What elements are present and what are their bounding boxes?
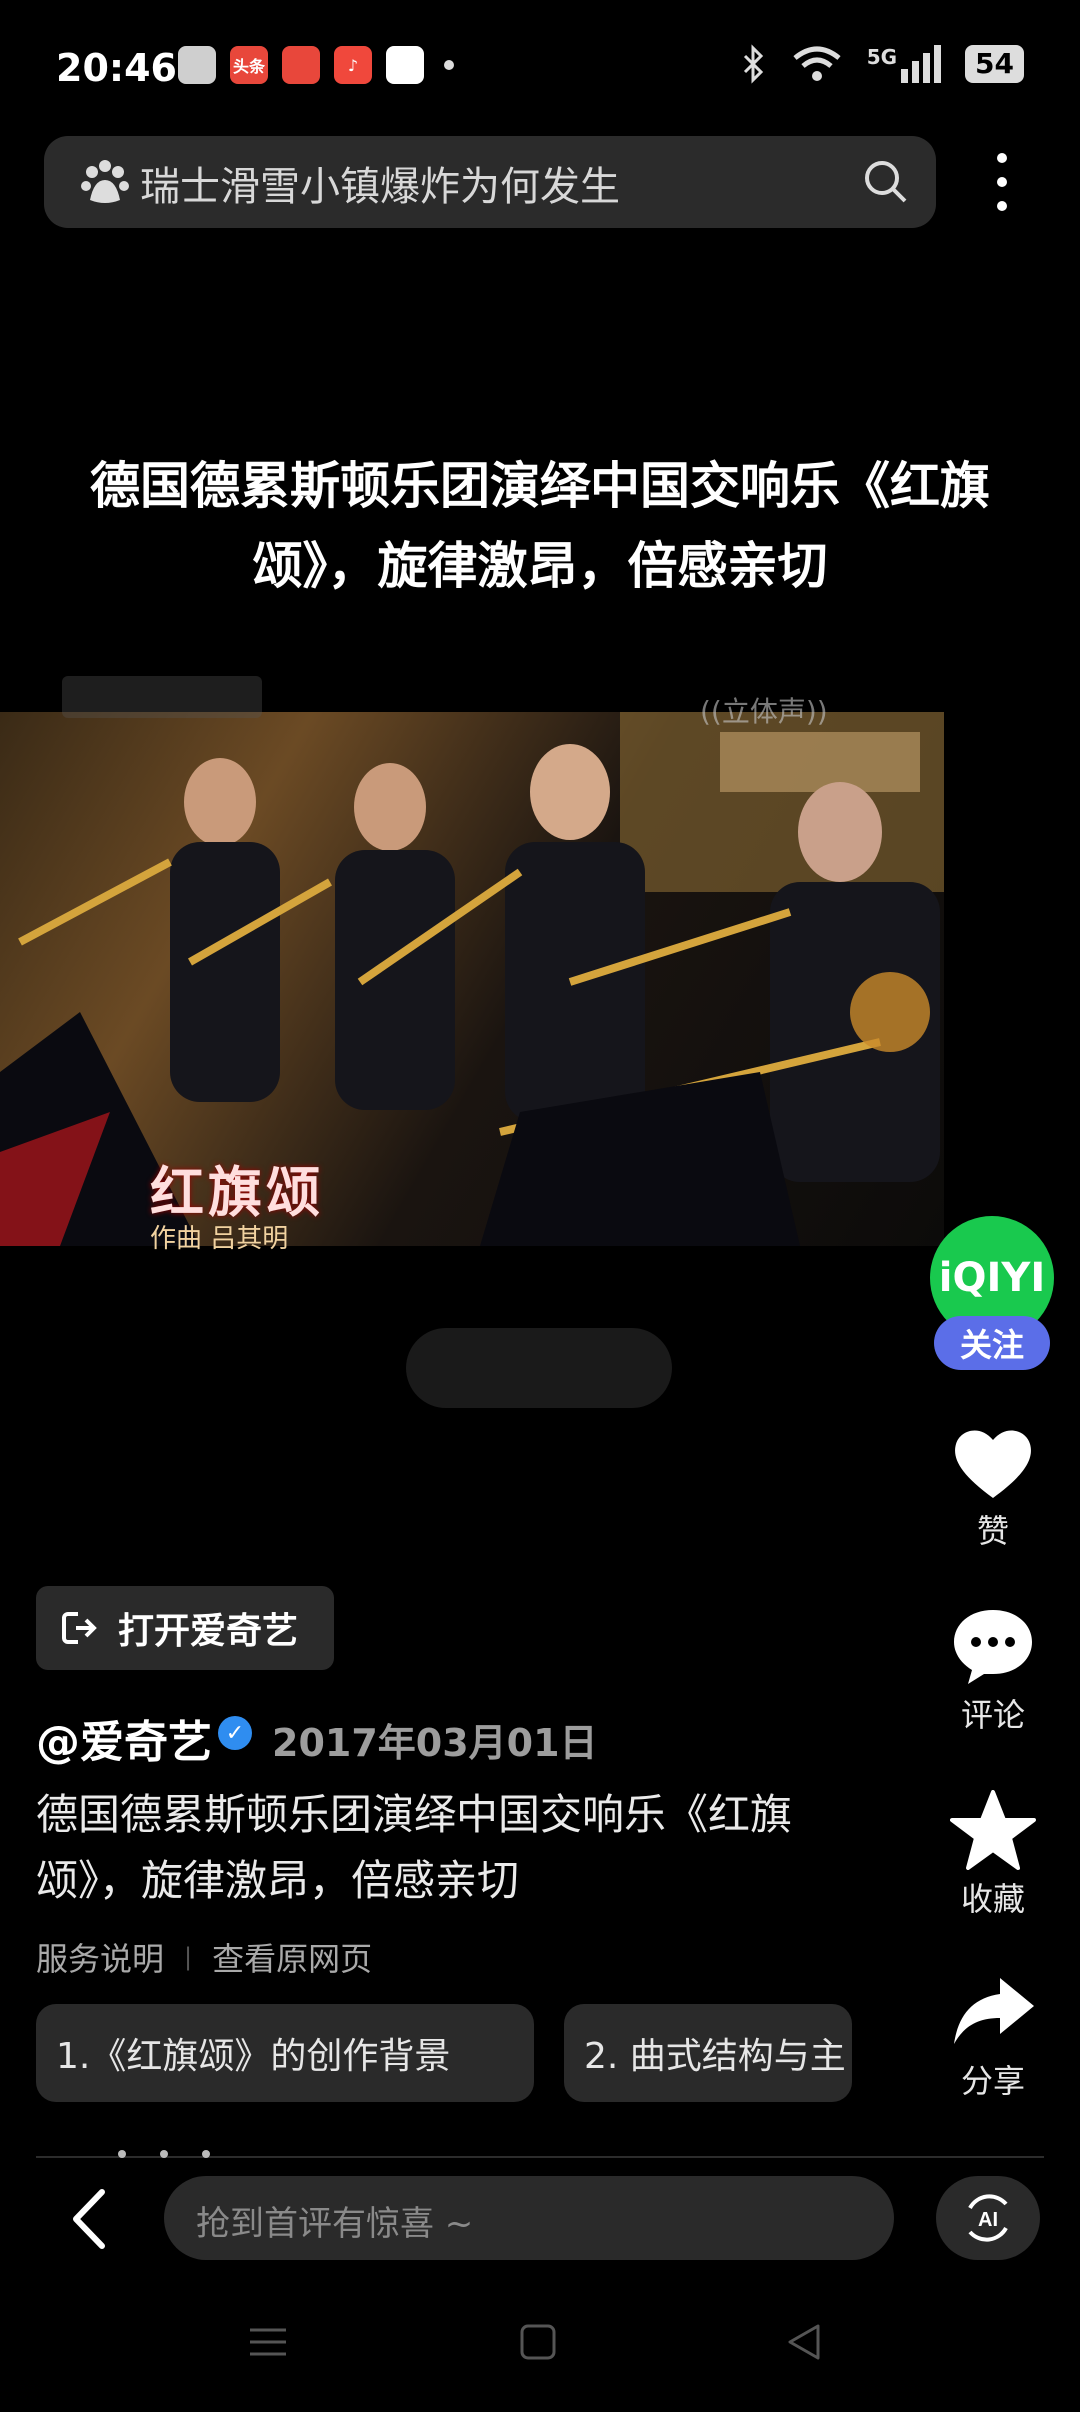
open-external-icon	[62, 1612, 97, 1644]
search-icon[interactable]	[862, 158, 910, 206]
search-query[interactable]: 瑞士滑雪小镇爆炸为何发生	[140, 154, 620, 212]
ai-icon-label: AI	[978, 2209, 998, 2231]
notification-dot	[444, 60, 454, 70]
topic-chip-1-label: 1.《红旗颂》的创作背景	[56, 2036, 451, 2077]
music-app-icon: ♪	[334, 46, 372, 84]
baidu-paw-icon	[81, 160, 129, 203]
ai-icon: AI	[968, 2194, 1008, 2242]
heart-icon	[955, 1430, 1031, 1498]
comment-input[interactable]: 抢到首评有惊喜 ~	[164, 2176, 894, 2260]
recent-apps-icon[interactable]	[246, 2320, 290, 2364]
video-overlay-subtitle: 作曲 吕其明	[150, 1224, 289, 1254]
more-options-icon[interactable]	[984, 150, 1020, 214]
verified-icon: ✓	[218, 1716, 252, 1750]
app-icon	[386, 46, 424, 84]
video-watermark-blur	[62, 676, 262, 718]
video-app-icon	[282, 46, 320, 84]
video-stereo-watermark: ((立体声))	[700, 695, 828, 728]
star-icon	[950, 1790, 1036, 1870]
author-name[interactable]: @爱奇艺	[36, 1706, 212, 1770]
comment-label: 评论	[960, 1696, 1025, 1734]
favorite-button[interactable]: 收藏	[928, 1790, 1058, 1920]
toutiao-icon-label: 头条	[232, 57, 265, 76]
iqiyi-logo: iQIYI	[938, 1255, 1046, 1301]
page-dots	[118, 2150, 210, 2158]
toutiao-icon: 头条	[230, 46, 268, 84]
status-app-icons: 头条 ♪	[178, 46, 454, 84]
back-arrow-icon[interactable]	[64, 2184, 114, 2254]
search-bar[interactable]: 瑞士滑雪小镇爆炸为何发生	[44, 136, 936, 228]
network-type: 5G	[866, 45, 898, 69]
like-button[interactable]: 赞	[928, 1424, 1058, 1552]
follow-button[interactable]: 关注	[934, 1316, 1050, 1370]
signal-indicator: 5G	[866, 45, 942, 83]
page-dot	[118, 2150, 126, 2158]
status-right: 5G 54	[741, 44, 1024, 84]
topic-chip-2-label: 2. 曲式结构与主	[584, 2036, 846, 2077]
wifi-icon	[793, 46, 841, 81]
wechat-icon	[178, 46, 216, 84]
back-nav-icon[interactable]	[782, 2320, 826, 2364]
page-dot	[160, 2150, 168, 2158]
topic-chip-1[interactable]: 1.《红旗颂》的创作背景	[36, 2004, 534, 2102]
topic-chip-2[interactable]: 2. 曲式结构与主	[564, 2004, 852, 2102]
bluetooth-icon	[743, 44, 763, 84]
post-title: 德国德累斯顿乐团演绎中国交响乐《红旗颂》，旋律激昂，倍感亲切	[90, 457, 990, 595]
blurred-pill	[406, 1328, 672, 1408]
post-links: 服务说明 | 查看原网页	[36, 1934, 372, 1980]
video-player[interactable]	[0, 712, 944, 1246]
service-info-link[interactable]: 服务说明	[36, 1934, 164, 1980]
ai-assistant-button[interactable]: AI	[936, 2176, 1040, 2260]
comment-placeholder: 抢到首评有惊喜 ~	[196, 2204, 474, 2244]
favorite-label: 收藏	[960, 1880, 1025, 1918]
comment-bubble-icon	[954, 1610, 1032, 1684]
status-time: 20:46	[56, 46, 177, 90]
comment-button[interactable]: 评论	[928, 1606, 1058, 1736]
share-label: 分享	[960, 2062, 1025, 2100]
status-bar: 20:46 头条 ♪ 5G 54	[0, 0, 1080, 140]
post-description: 德国德累斯顿乐团演绎中国交响乐《红旗颂》，旋律激昂，倍感亲切	[36, 1790, 793, 1905]
video-frame	[0, 712, 944, 1246]
page-dot	[202, 2150, 210, 2158]
post-date: 2017年03月01日	[272, 1721, 598, 1765]
home-icon[interactable]	[516, 2320, 560, 2364]
share-arrow-icon	[954, 1978, 1034, 2044]
video-overlay-title: 红旗颂	[150, 1161, 324, 1224]
link-separator: |	[184, 1943, 193, 1971]
view-original-link[interactable]: 查看原网页	[212, 1934, 372, 1980]
open-iqiyi-button[interactable]: 打开爱奇艺	[36, 1586, 334, 1670]
like-label: 赞	[976, 1512, 1009, 1550]
open-iqiyi-label: 打开爱奇艺	[118, 1611, 299, 1652]
music-app-icon-label: ♪	[347, 55, 359, 75]
battery-indicator: 54	[965, 45, 1024, 83]
share-button[interactable]: 分享	[928, 1974, 1058, 2102]
